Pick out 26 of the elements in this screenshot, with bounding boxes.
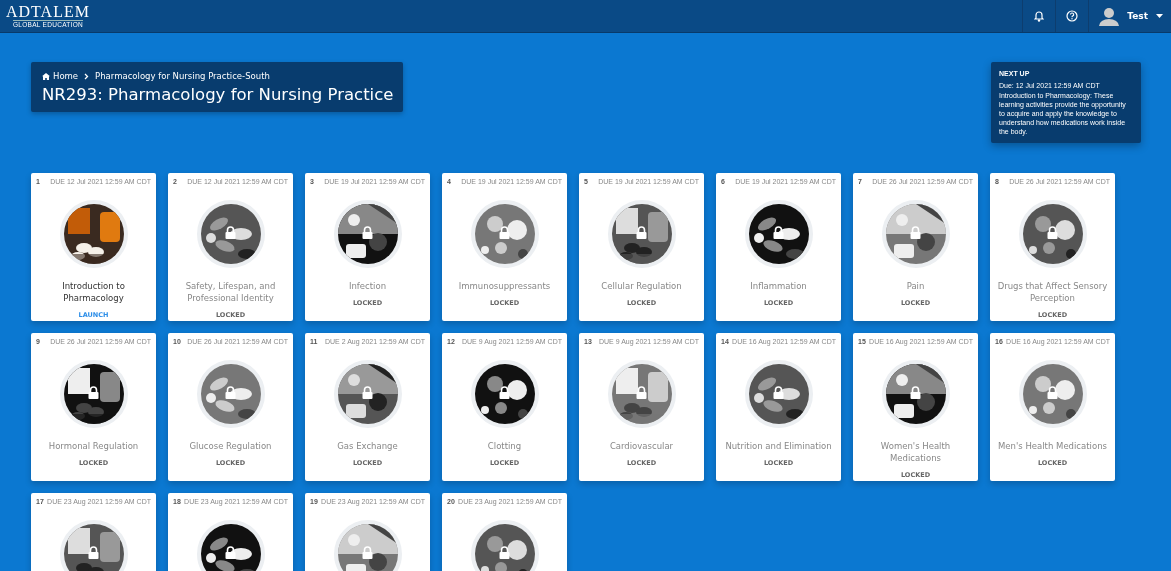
module-title: Men's Health Medications [998,440,1107,452]
module-title: Safety, Lifespan, and Professional Identity [184,280,277,304]
module-title: Gas Exchange [337,440,398,452]
user-menu[interactable]: Test [1088,0,1171,32]
module-title: Nutrition and Elimination [725,440,832,452]
module-title: Infection [348,280,387,292]
bell-icon [1034,10,1045,22]
avatar-icon [1099,6,1120,26]
module-title: Glucose Regulation [189,440,272,452]
help-icon [1066,10,1079,22]
module-title: Drugs that Affect Sensory Perception [996,280,1109,304]
home-icon [42,72,50,80]
module-title: Pain [906,280,925,292]
module-title: Inflammation [750,280,807,292]
breadcrumb-link[interactable]: Pharmacology for Nursing Practice-South [95,71,270,81]
module-title: Cardiovascular [609,440,674,452]
chevron-icon [84,72,90,80]
caret-icon [1156,13,1163,19]
module-title: Introduction to Pharmacology [61,280,126,304]
course-title: NR293: Pharmacology for Nursing Practice [42,85,394,104]
module-title: Immunosuppressants [458,280,551,292]
module-title: Women's Health Medications [879,440,952,464]
module-title: Hormonal Regulation [48,440,139,452]
home-link[interactable]: Home [42,71,79,81]
module-title: Clotting [487,440,522,452]
module-title: Cellular Regulation [601,280,682,292]
